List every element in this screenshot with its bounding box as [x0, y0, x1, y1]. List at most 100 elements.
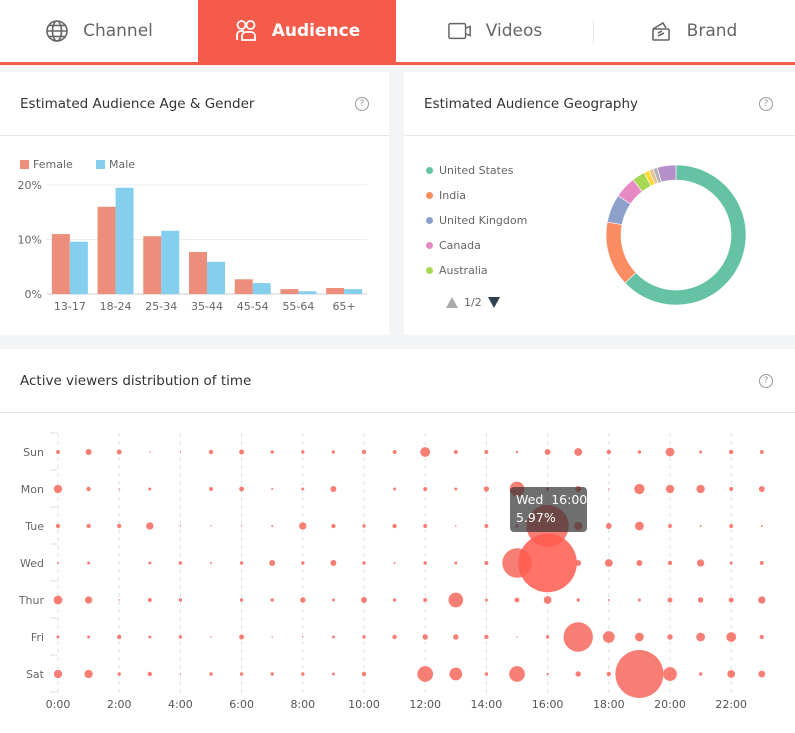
x-tick-label: 35-44	[191, 300, 223, 313]
bubble-fri-18	[602, 631, 615, 643]
tab-audience[interactable]: Audience	[198, 0, 396, 62]
bubble-tue-14	[484, 524, 489, 528]
bubble-fri-5	[210, 636, 212, 638]
bubble-sun-14	[484, 450, 489, 454]
bar-male-65+	[344, 289, 363, 294]
help-icon[interactable]: ?	[355, 96, 369, 111]
bubble-tue-17	[574, 521, 583, 531]
bar-female-18-24	[97, 206, 116, 294]
bubble-thur-9	[331, 598, 335, 602]
bubble-mon-23	[758, 486, 765, 492]
bubble-thur-19	[637, 598, 641, 602]
bubble-fri-9	[331, 635, 335, 639]
bubble-sat-16	[546, 672, 549, 676]
bubble-thur-4	[178, 598, 183, 602]
y-tick-label: Thur	[18, 594, 45, 607]
help-icon[interactable]: ?	[759, 96, 773, 111]
bar-female-25-34	[143, 236, 162, 294]
bubble-mon-8	[301, 487, 305, 491]
bubble-wed-8	[301, 561, 305, 565]
bubble-thur-14	[484, 598, 488, 602]
bubble-sun-2	[116, 449, 122, 455]
bubble-sat-7	[270, 672, 274, 676]
bubble-thur-16	[543, 596, 552, 604]
bubble-mon-3	[148, 487, 152, 491]
bubble-tue-11	[392, 523, 397, 529]
bubble-mon-11	[393, 487, 397, 491]
tab-bar: Channel Audience Videos Brand	[0, 0, 795, 65]
bubble-tue-2	[116, 523, 122, 529]
card-title: Estimated Audience Geography	[424, 95, 639, 112]
y-tick-label: Fri	[31, 631, 44, 644]
bubble-wed-6	[239, 561, 244, 565]
x-tick-label: 14:00	[471, 698, 503, 711]
tab-channel[interactable]: Channel	[0, 0, 198, 62]
card-header: Estimated Audience Age & Gender ?	[0, 72, 389, 136]
card-title: Estimated Audience Age & Gender	[20, 95, 255, 112]
x-tick-label: 16:00	[532, 698, 564, 711]
bubble-tue-18	[605, 523, 612, 529]
bubble-fri-17	[563, 622, 593, 652]
x-tick-label: 25-34	[145, 300, 177, 313]
bubble-wed-4	[178, 561, 183, 565]
y-tick-label: 10%	[18, 234, 42, 247]
bubble-sun-9	[331, 450, 336, 454]
card-title: Active viewers distribution of time	[20, 372, 252, 389]
bubble-thur-2	[118, 599, 120, 601]
donut-slice-india	[605, 221, 637, 284]
bubble-sun-5	[208, 449, 214, 455]
x-tick-label: 55-64	[282, 300, 314, 313]
bubble-sat-18	[606, 671, 612, 677]
bar-male-45-54	[252, 283, 271, 294]
bubble-tue-10	[362, 524, 366, 528]
bubble-wed-12	[423, 561, 427, 565]
card-header: Active viewers distribution of time ?	[0, 349, 795, 413]
bubble-thur-12	[423, 598, 428, 602]
bubble-mon-21	[696, 484, 705, 494]
bubble-sat-21	[698, 672, 703, 676]
legend-item-united-kingdom[interactable]: United Kingdom	[426, 208, 527, 233]
bubble-sat-19	[615, 649, 664, 699]
bubble-fri-3	[148, 635, 152, 639]
bubble-tue-22	[729, 524, 734, 528]
bubble-sun-22	[728, 449, 734, 455]
page-indicator: 1/2	[464, 296, 482, 309]
bubble-tue-9	[331, 523, 336, 529]
page-up-icon[interactable]	[446, 297, 458, 308]
legend-label-male: Male	[109, 158, 135, 171]
bubble-thur-17	[576, 598, 580, 602]
bubble-thur-6	[239, 598, 244, 602]
bubble-sat-1	[84, 669, 93, 679]
legend-item-australia[interactable]: Australia	[426, 258, 527, 283]
bubble-mon-19	[634, 483, 645, 495]
page-down-icon[interactable]	[487, 297, 500, 308]
bubble-thur-1	[84, 596, 93, 604]
legend-item-india[interactable]: India	[426, 183, 527, 208]
bubble-wed-7	[269, 560, 276, 566]
tab-label: Audience	[271, 21, 361, 41]
bubble-wed-5	[210, 562, 212, 564]
audience-icon	[235, 20, 256, 41]
legend-item-united-states[interactable]: United States	[426, 158, 527, 183]
bubble-sat-0	[53, 669, 63, 679]
bubble-thur-8	[300, 597, 306, 603]
age-gender-card: Estimated Audience Age & Gender ? Female…	[0, 72, 389, 335]
bubble-thur-0	[53, 595, 63, 605]
tab-label: Channel	[83, 21, 153, 41]
x-tick-label: 8:00	[290, 698, 315, 711]
tab-videos[interactable]: Videos	[396, 0, 594, 62]
bubble-thur-10	[361, 597, 367, 603]
y-tick-label: Wed	[20, 557, 44, 570]
legend-item-canada[interactable]: Canada	[426, 233, 527, 258]
bubble-sun-0	[56, 450, 60, 454]
x-tick-label: 20:00	[654, 698, 686, 711]
bubble-wed-16	[518, 533, 577, 593]
bubble-mon-9	[330, 486, 337, 492]
help-icon[interactable]: ?	[759, 373, 773, 388]
tab-brand[interactable]: Brand	[594, 0, 792, 62]
legend-swatch-female	[20, 160, 29, 169]
bubble-mon-7	[271, 488, 274, 490]
legend-pager: 1/2	[446, 296, 500, 309]
activity-bubble-chart: Sun Mon Tue Wed Thur Fri Sat 0:00 2:00 4:00 6:00 8:…	[18, 432, 766, 711]
bubble-sat-12	[417, 666, 434, 682]
